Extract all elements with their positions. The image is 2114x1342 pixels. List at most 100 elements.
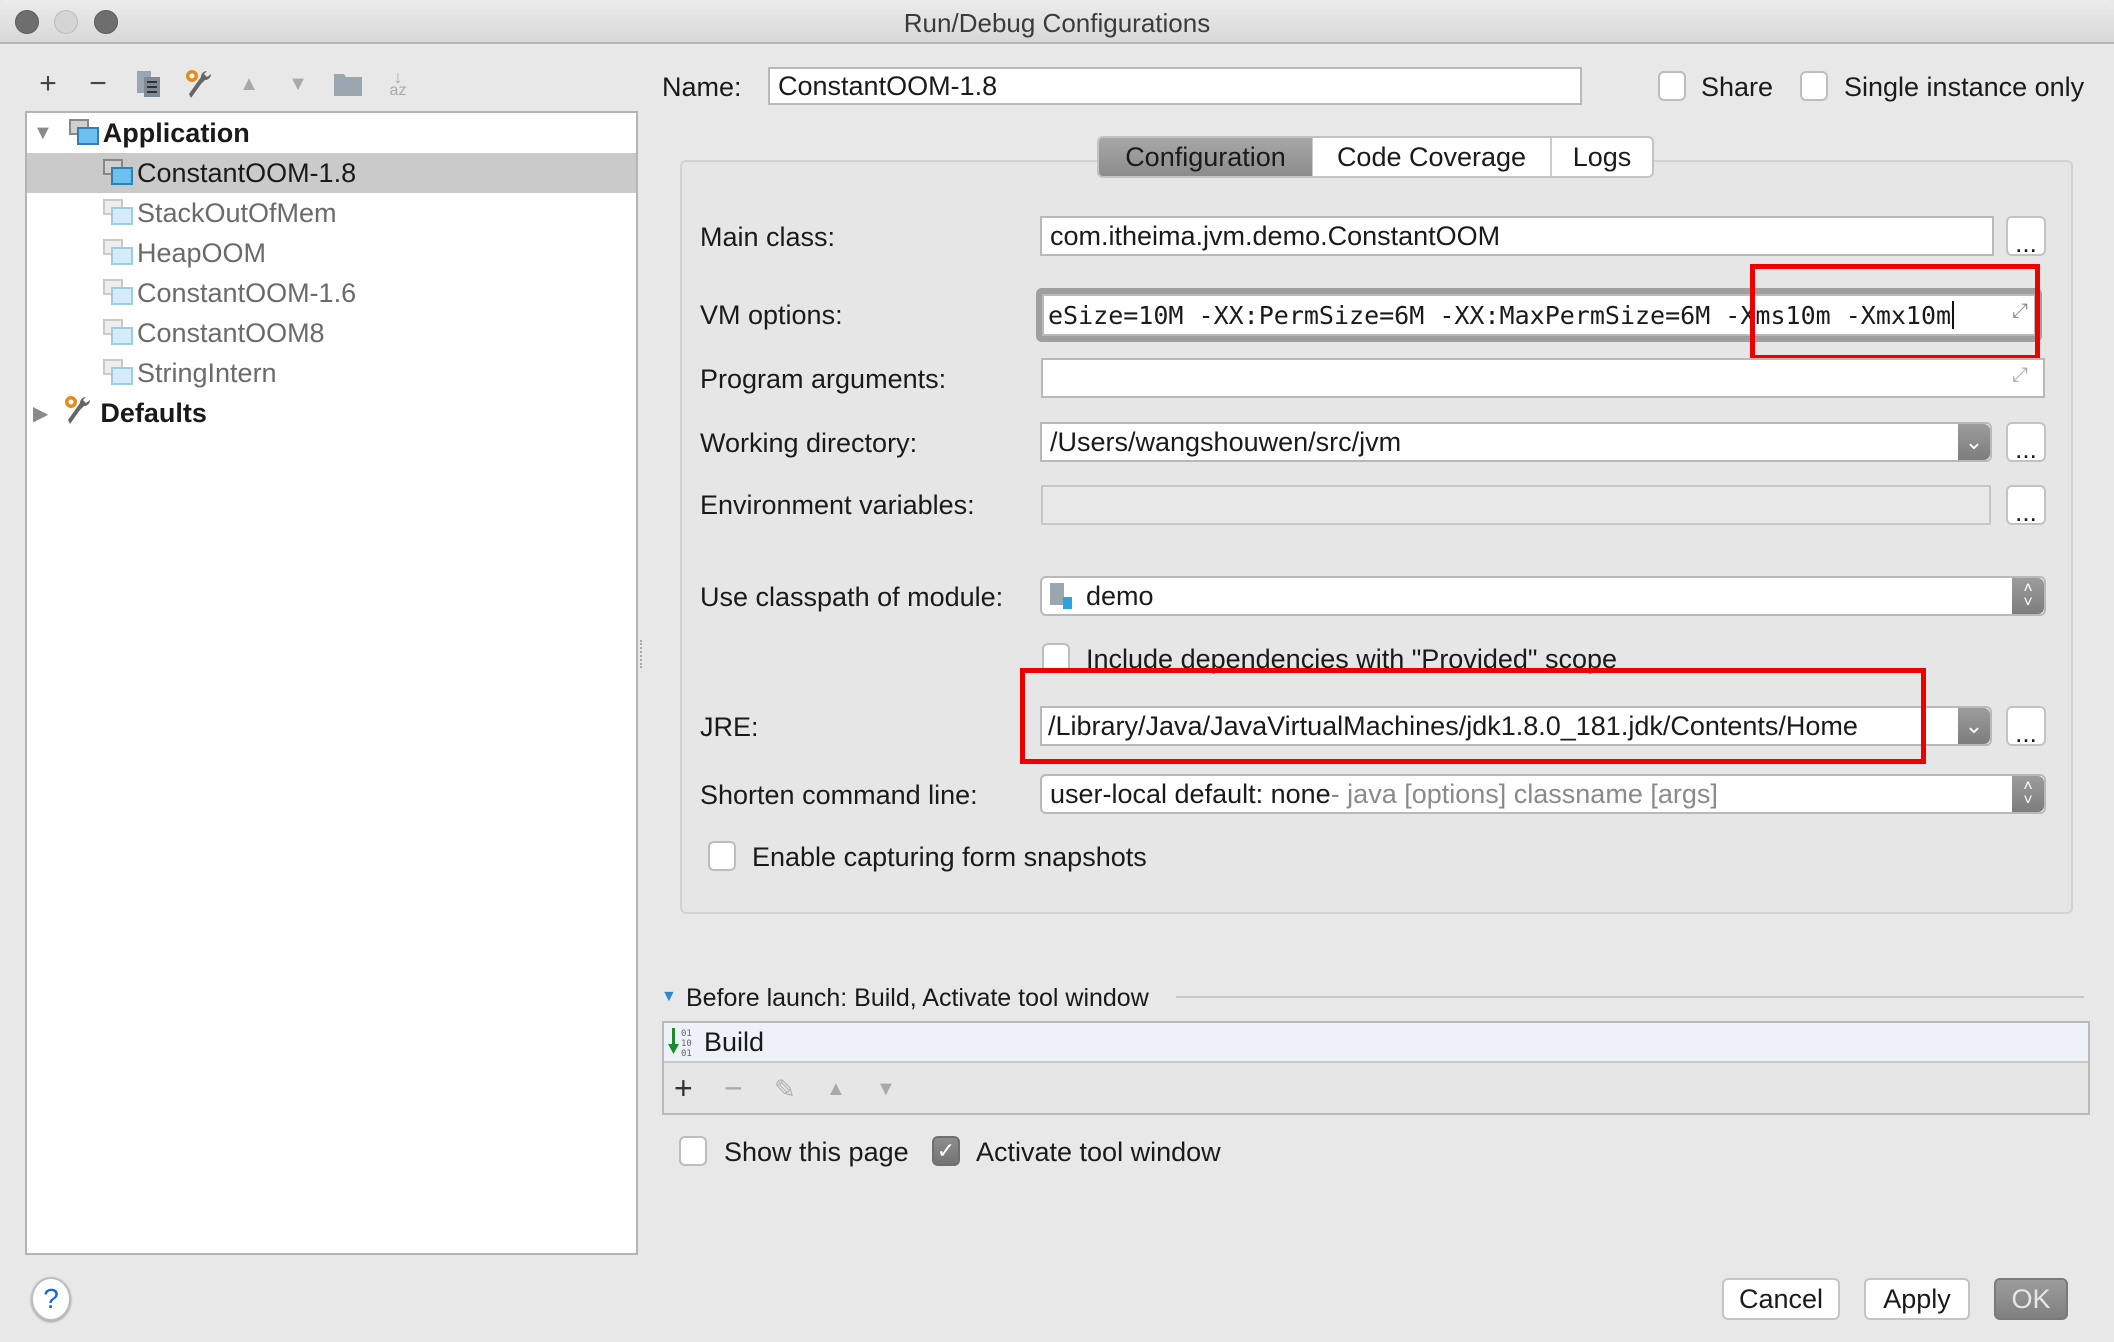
tree-item[interactable]: ConstantOOM-1.8 xyxy=(27,153,636,193)
application-config-icon xyxy=(103,359,133,387)
window-title: Run/Debug Configurations xyxy=(903,8,1211,38)
shorten-command-line-value: user-local default: none xyxy=(1050,778,1331,809)
ok-button[interactable]: OK xyxy=(1994,1278,2068,1320)
help-button[interactable]: ? xyxy=(31,1277,71,1321)
help-icon: ? xyxy=(43,1283,59,1314)
tree-item[interactable]: HeapOOM xyxy=(27,233,636,273)
activate-tool-window-checkbox[interactable]: ✓ xyxy=(932,1136,960,1166)
tree-group-label: Defaults xyxy=(100,397,207,428)
show-this-page-checkbox[interactable] xyxy=(679,1136,707,1166)
tree-group-application[interactable]: ▼ Application xyxy=(27,113,636,153)
add-icon[interactable]: + xyxy=(32,67,64,100)
environment-variables-label: Environment variables: xyxy=(700,490,975,520)
tab-bar: Configuration Code Coverage Logs xyxy=(1097,136,1654,178)
apply-button[interactable]: Apply xyxy=(1864,1278,1970,1320)
shorten-command-line-label: Shorten command line: xyxy=(700,780,978,810)
working-directory-input[interactable]: /Users/wangshouwen/src/jvm ⌄ xyxy=(1040,422,1992,462)
main-class-label: Main class: xyxy=(700,222,836,252)
environment-variables-input[interactable] xyxy=(1041,485,1991,525)
defaults-icon xyxy=(62,394,94,433)
tree-group-defaults[interactable]: ▶ Defaults xyxy=(27,393,636,433)
vm-options-highlight xyxy=(1750,264,2040,360)
module-icon xyxy=(1050,583,1076,609)
tree-item-label: ConstantOOM-1.6 xyxy=(137,277,357,308)
single-instance-label: Single instance only xyxy=(1844,72,2085,102)
working-directory-dropdown[interactable]: ⌄ xyxy=(1958,424,1990,460)
svg-text:01: 01 xyxy=(681,1029,692,1039)
title-bar: Run/Debug Configurations xyxy=(0,0,2114,44)
add-task-icon[interactable]: + xyxy=(674,1070,693,1107)
shorten-command-line-select[interactable]: user-local default: none - java [options… xyxy=(1040,774,2046,814)
name-input[interactable]: ConstantOOM-1.8 xyxy=(768,67,1582,105)
edit-task-icon[interactable]: ✎ xyxy=(774,1074,796,1105)
collapse-triangle-icon[interactable]: ▶ xyxy=(33,401,48,426)
working-directory-value: /Users/wangshouwen/src/jvm xyxy=(1050,426,1402,457)
shorten-command-line-hint: - java [options] classname [args] xyxy=(1330,778,1718,809)
tree-item[interactable]: ConstantOOM-1.6 xyxy=(27,273,636,313)
configurations-tree[interactable]: ▼ Application ConstantOOM-1.8 StackOutOf… xyxy=(25,111,638,1255)
vm-options-label: VM options: xyxy=(700,300,843,330)
expand-icon[interactable]: ⤢ xyxy=(2012,364,2028,387)
tree-item[interactable]: StringIntern xyxy=(27,353,636,393)
jre-dropdown[interactable]: ⌄ xyxy=(1958,708,1990,744)
enable-snapshots-label: Enable capturing form snapshots xyxy=(752,842,1147,872)
share-checkbox[interactable] xyxy=(1658,71,1686,101)
shorten-command-line-stepper[interactable]: ˄ ˅ xyxy=(2012,776,2044,812)
expand-triangle-icon[interactable]: ▼ xyxy=(33,122,53,145)
classpath-module-stepper[interactable]: ˄ ˅ xyxy=(2012,578,2044,614)
tree-item-label: StackOutOfMem xyxy=(137,197,337,228)
main-class-input[interactable]: com.itheima.jvm.demo.ConstantOOM xyxy=(1040,216,1994,256)
working-directory-label: Working directory: xyxy=(700,428,918,458)
svg-text:10: 10 xyxy=(681,1039,692,1049)
svg-text:01: 01 xyxy=(681,1049,692,1058)
move-task-up-icon[interactable]: ▲ xyxy=(826,1078,846,1101)
share-label: Share xyxy=(1701,72,1774,102)
tree-item-label: ConstantOOM-1.8 xyxy=(137,157,357,188)
working-directory-browse-button[interactable]: ... xyxy=(2006,422,2046,462)
tree-item-label: ConstantOOM8 xyxy=(137,317,325,348)
tab-configuration[interactable]: Configuration xyxy=(1099,138,1312,176)
application-config-icon xyxy=(103,199,133,227)
application-icon xyxy=(68,119,99,147)
tree-item[interactable]: StackOutOfMem xyxy=(27,193,636,233)
application-config-icon xyxy=(103,159,133,187)
run-debug-configurations-dialog: Run/Debug Configurations + − ▲ ▼ ↓ az ▼ A… xyxy=(0,0,2114,1342)
separator xyxy=(1176,996,2084,998)
copy-icon[interactable] xyxy=(134,68,166,100)
splitter-handle[interactable] xyxy=(640,640,644,668)
cancel-button[interactable]: Cancel xyxy=(1722,1278,1840,1320)
before-launch-task[interactable]: 01 10 01 Build xyxy=(664,1023,2088,1063)
single-instance-checkbox[interactable] xyxy=(1800,71,1828,101)
sort-icon[interactable]: ↓ az xyxy=(382,68,414,100)
application-config-icon xyxy=(103,279,133,307)
before-launch-collapse-icon[interactable]: ▼ xyxy=(661,988,677,1006)
remove-task-icon[interactable]: − xyxy=(724,1070,743,1107)
enable-snapshots-checkbox[interactable] xyxy=(708,841,736,871)
move-up-icon[interactable]: ▲ xyxy=(233,68,265,100)
jre-browse-button[interactable]: ... xyxy=(2006,706,2046,746)
build-icon: 01 10 01 xyxy=(668,1026,704,1058)
classpath-module-value: demo xyxy=(1086,580,1154,611)
classpath-module-select[interactable]: demo ˄ ˅ xyxy=(1040,576,2046,616)
folder-icon[interactable] xyxy=(332,68,364,100)
tree-item[interactable]: ConstantOOM8 xyxy=(27,313,636,353)
tab-code-coverage[interactable]: Code Coverage xyxy=(1312,138,1550,176)
edit-defaults-icon[interactable] xyxy=(182,68,214,100)
tree-item-label: StringIntern xyxy=(137,357,277,388)
remove-icon[interactable]: − xyxy=(82,67,114,100)
show-this-page-label: Show this page xyxy=(724,1137,909,1167)
program-arguments-input[interactable] xyxy=(1041,358,2045,398)
activate-tool-window-label: Activate tool window xyxy=(976,1137,1221,1167)
name-label: Name: xyxy=(662,72,742,102)
move-down-icon[interactable]: ▼ xyxy=(282,68,314,100)
move-task-down-icon[interactable]: ▼ xyxy=(876,1078,896,1101)
before-launch-task-label: Build xyxy=(704,1026,765,1057)
application-config-icon xyxy=(103,239,133,267)
jre-highlight xyxy=(1020,668,1926,764)
tab-logs[interactable]: Logs xyxy=(1550,138,1652,176)
environment-variables-browse-button[interactable]: ... xyxy=(2006,485,2046,525)
main-class-browse-button[interactable]: ... xyxy=(2006,216,2046,256)
program-arguments-label: Program arguments: xyxy=(700,364,947,394)
tree-group-label: Application xyxy=(102,117,250,148)
before-launch-title: Before launch: Build, Activate tool wind… xyxy=(686,984,1149,1012)
